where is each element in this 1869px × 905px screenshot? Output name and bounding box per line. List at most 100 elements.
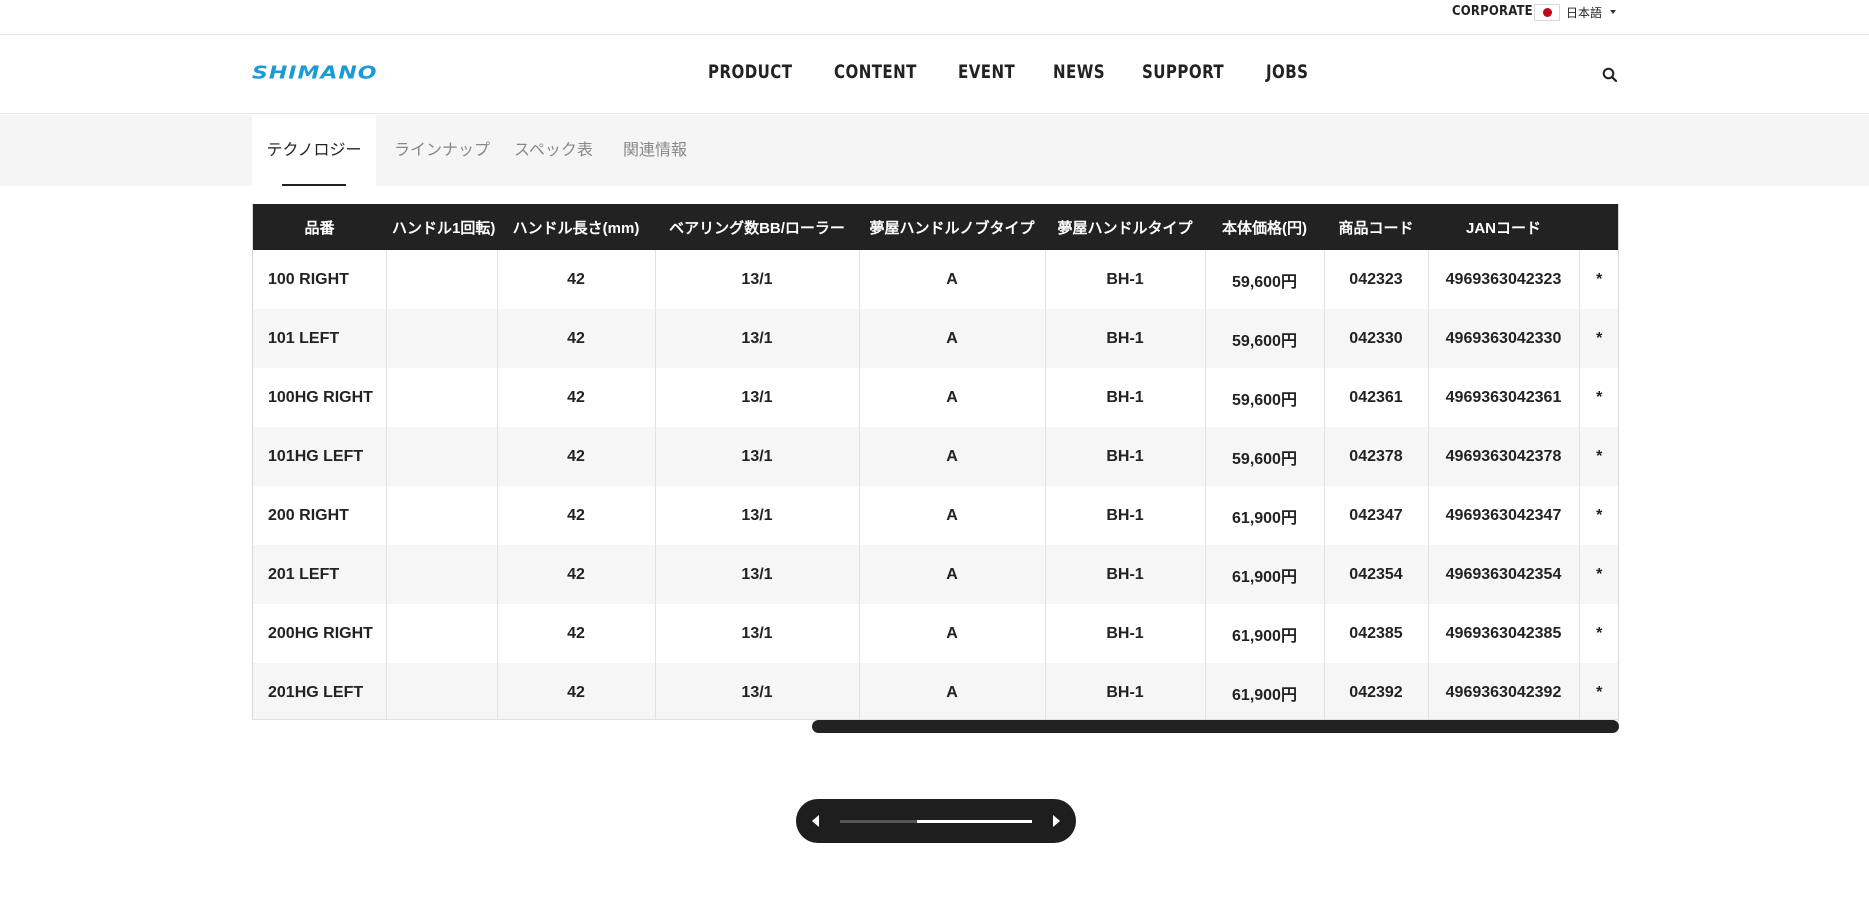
table-row: 101HG LEFT 42 13/1 A BH-1 59,600円 042378 496936… xyxy=(253,427,1618,486)
table-cell xyxy=(386,663,498,722)
horizontal-scrollbar[interactable] xyxy=(252,719,1619,733)
chevron-right-icon[interactable] xyxy=(1053,815,1060,827)
header-cell: 商品コード xyxy=(1324,204,1428,250)
table-cell: 101HG LEFT xyxy=(253,427,387,486)
table-row: 201 LEFT 42 13/1 A BH-1 61,900円 042354 49693630… xyxy=(253,545,1618,604)
tab-technology[interactable]: テクノロジー xyxy=(252,115,376,186)
table-cell: 61,900円 xyxy=(1205,663,1325,722)
site-header: SHIMANO PRODUCT CONTENT EVENT NEWS SUPPO… xyxy=(0,35,1869,114)
table-cell: 4969363042330 xyxy=(1428,309,1580,368)
header-cell: ベアリング数BB/ローラー xyxy=(655,204,859,250)
pager-progress xyxy=(917,820,1032,823)
nav-content[interactable]: CONTENT xyxy=(834,61,917,83)
table-cell: 13/1 xyxy=(655,368,860,427)
table-cell: 13/1 xyxy=(655,250,860,309)
corporate-link[interactable]: CORPORATE xyxy=(1452,4,1533,20)
table-cell: 4969363042323 xyxy=(1428,250,1580,309)
shimano-logo[interactable]: SHIMANO xyxy=(252,63,377,84)
table-cell: 59,600円 xyxy=(1205,427,1325,486)
nav-news[interactable]: NEWS xyxy=(1053,61,1105,83)
language-label: 日本語 xyxy=(1566,5,1603,20)
table-cell: BH-1 xyxy=(1045,604,1206,663)
table-cell: 59,600円 xyxy=(1205,250,1325,309)
table-cell: 100 RIGHT xyxy=(253,250,387,309)
table-cell: A xyxy=(859,309,1046,368)
tab-lineup[interactable]: ラインナップ xyxy=(394,115,490,186)
nav-product[interactable]: PRODUCT xyxy=(708,61,792,83)
table-cell: 201 LEFT xyxy=(253,545,387,604)
pager-track[interactable] xyxy=(840,820,1032,823)
table-cell xyxy=(386,309,498,368)
caret-down-icon xyxy=(1610,10,1617,14)
table-cell: A xyxy=(859,486,1046,545)
table-cell: 042385 xyxy=(1324,604,1429,663)
table-cell: BH-1 xyxy=(1045,545,1206,604)
table-row: 100 RIGHT 42 13/1 A BH-1 59,600円 042323 4969363… xyxy=(253,250,1618,309)
table-cell: 61,900円 xyxy=(1205,604,1325,663)
table-cell xyxy=(386,486,498,545)
header-cell: 本体価格(円) xyxy=(1205,204,1324,250)
table-cell: 13/1 xyxy=(655,663,860,722)
table-cell: 13/1 xyxy=(655,486,860,545)
table-cell: 042347 xyxy=(1324,486,1429,545)
table-cell: A xyxy=(859,368,1046,427)
table-cell: 13/1 xyxy=(655,545,860,604)
table-cell: 201HG LEFT xyxy=(253,663,387,722)
header-cell: ハンドル長さ(mm) xyxy=(497,204,655,250)
tab-label: 関連情報 xyxy=(623,142,688,159)
table-cell: 13/1 xyxy=(655,309,860,368)
table-cell: 42 xyxy=(497,250,656,309)
table-cell: * xyxy=(1579,486,1618,545)
table-cell: BH-1 xyxy=(1045,250,1206,309)
table-cell: BH-1 xyxy=(1045,309,1206,368)
table-cell: 4969363042361 xyxy=(1428,368,1580,427)
table-cell: 042330 xyxy=(1324,309,1429,368)
table-row: 101 LEFT 42 13/1 A BH-1 59,600円 042330 49693630… xyxy=(253,309,1618,368)
table-body: 100 RIGHT 42 13/1 A BH-1 59,600円 042323 4969363… xyxy=(253,250,1618,722)
table-cell: 13/1 xyxy=(655,427,860,486)
nav-jobs[interactable]: JOBS xyxy=(1266,61,1308,83)
table-cell: 100HG RIGHT xyxy=(253,368,387,427)
japan-flag-icon xyxy=(1534,3,1560,21)
table-cell: 61,900円 xyxy=(1205,545,1325,604)
header-cell: 夢屋ハンドルノブタイプ xyxy=(859,204,1045,250)
table-cell: 59,600円 xyxy=(1205,368,1325,427)
table-cell xyxy=(386,545,498,604)
table-cell: * xyxy=(1579,545,1618,604)
table-cell: 4969363042354 xyxy=(1428,545,1580,604)
search-icon[interactable] xyxy=(1601,66,1619,84)
table-cell: A xyxy=(859,545,1046,604)
utility-bar: CORPORATE 日本語 xyxy=(0,0,1869,35)
table-cell: 42 xyxy=(497,663,656,722)
tab-spec-table[interactable]: スペック表 xyxy=(514,115,593,186)
table-cell: * xyxy=(1579,604,1618,663)
language-selector[interactable]: 日本語 xyxy=(1534,3,1617,21)
table-cell: 042354 xyxy=(1324,545,1429,604)
table-cell: 4969363042392 xyxy=(1428,663,1580,722)
table-cell xyxy=(386,604,498,663)
table-cell: 200 RIGHT xyxy=(253,486,387,545)
table-row: 100HG RIGHT 42 13/1 A BH-1 59,600円 042361 49693… xyxy=(253,368,1618,427)
table-cell: 42 xyxy=(497,604,656,663)
table-cell: 59,600円 xyxy=(1205,309,1325,368)
table-cell: BH-1 xyxy=(1045,663,1206,722)
table-cell xyxy=(386,427,498,486)
header-cell: 夢屋ハンドルタイプ xyxy=(1045,204,1205,250)
nav-event[interactable]: EVENT xyxy=(958,61,1015,83)
chevron-left-icon[interactable] xyxy=(812,815,819,827)
spec-table-container[interactable]: 品番 ハンドル1回転) ハンドル長さ(mm) ベアリング数BB/ローラー 夢屋ハ… xyxy=(252,204,1619,732)
scroll-pager xyxy=(796,799,1076,843)
table-cell: * xyxy=(1579,427,1618,486)
table-row: 201HG LEFT 42 13/1 A BH-1 61,900円 042392 496936… xyxy=(253,663,1618,722)
nav-support[interactable]: SUPPORT xyxy=(1142,61,1224,83)
table-cell: A xyxy=(859,427,1046,486)
table-cell: 42 xyxy=(497,427,656,486)
tab-related-info[interactable]: 関連情報 xyxy=(623,115,687,186)
table-cell: 61,900円 xyxy=(1205,486,1325,545)
table-row: 200HG RIGHT 42 13/1 A BH-1 61,900円 042385 49693… xyxy=(253,604,1618,663)
table-cell: 13/1 xyxy=(655,604,860,663)
table-cell: 42 xyxy=(497,368,656,427)
header-cell: JANコード xyxy=(1428,204,1579,250)
table-header-row: 品番 ハンドル1回転) ハンドル長さ(mm) ベアリング数BB/ローラー 夢屋ハ… xyxy=(253,204,1618,250)
scrollbar-thumb[interactable] xyxy=(812,720,1619,733)
